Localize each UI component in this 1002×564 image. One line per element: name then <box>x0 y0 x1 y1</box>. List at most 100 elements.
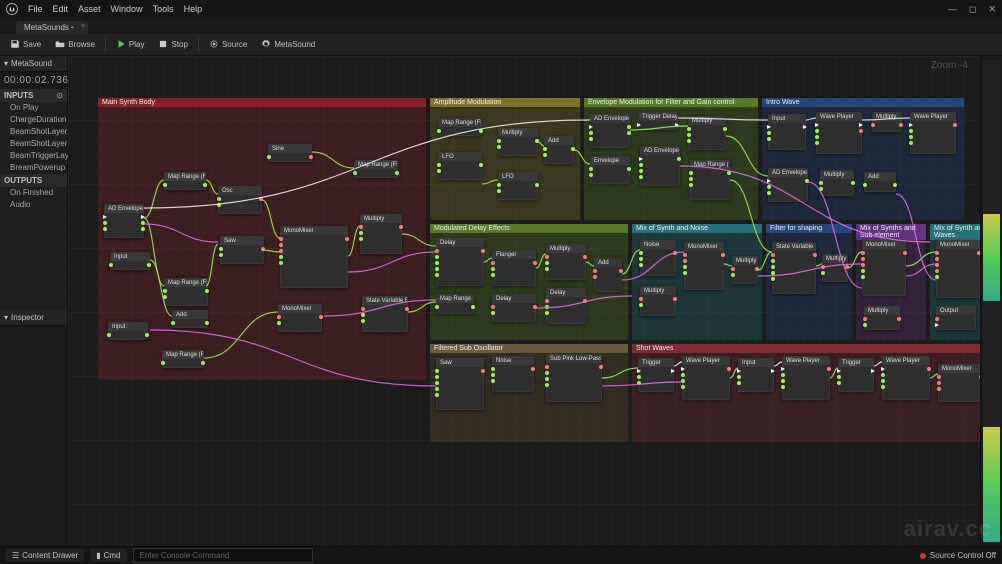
graph-node[interactable]: Delay <box>546 288 586 324</box>
graph-node[interactable]: Flanger <box>492 250 536 286</box>
graph-node[interactable]: Wave Player <box>682 356 730 400</box>
graph-node[interactable]: Map Range (Float) <box>438 118 482 136</box>
input-beam-shot-layer-a[interactable]: BeamShotLayerA <box>0 126 67 138</box>
graph-node[interactable]: Multiply <box>820 170 854 196</box>
graph-node[interactable]: Map Range (Float) <box>164 172 206 190</box>
graph-node[interactable]: Trigger <box>838 358 874 392</box>
graph-node[interactable]: Trigger <box>638 358 674 392</box>
graph-node[interactable]: Envelope <box>590 156 630 184</box>
graph-node[interactable]: Wave Player <box>910 112 956 154</box>
graph-node[interactable]: Saw <box>436 358 484 410</box>
graph-node[interactable]: State Variable Filter <box>772 242 816 294</box>
run-icon[interactable]: ⊙ <box>56 91 63 100</box>
graph-node[interactable]: Wave Player <box>816 112 862 154</box>
region-title: Shot Waves <box>632 344 980 353</box>
metasound-button[interactable]: MetaSound <box>255 37 321 53</box>
graph-node[interactable]: MonoMixer <box>938 364 980 402</box>
menu-tools[interactable]: Tools <box>153 4 174 14</box>
graph-node[interactable]: Add <box>172 310 208 328</box>
inputs-section-header[interactable]: INPUTS ⊙ <box>0 89 67 102</box>
menu-edit[interactable]: Edit <box>53 4 69 14</box>
graph-node[interactable]: Add <box>594 258 622 292</box>
save-button[interactable]: Save <box>4 37 47 53</box>
graph-node[interactable]: Multiply <box>822 254 848 282</box>
statusbar: ☰ Content Drawer ▮ Cmd Enter Console Com… <box>0 546 1002 564</box>
panel-tab-metasound[interactable]: ▾ MetaSound <box>0 56 67 72</box>
graph-node[interactable]: Wave Player <box>782 356 830 400</box>
input-bream-powerup[interactable]: BreamPowerup <box>0 162 67 174</box>
graph-node[interactable]: Delay <box>492 294 536 322</box>
input-charge-duration[interactable]: ChargeDuration <box>0 114 67 126</box>
content-drawer-button[interactable]: ☰ Content Drawer <box>6 549 84 562</box>
graph-node[interactable]: Add <box>864 172 896 192</box>
graph-node[interactable]: MonoMixer <box>684 242 724 290</box>
close-icon[interactable]: ✕ <box>988 4 996 15</box>
graph-node[interactable]: Input <box>108 322 148 340</box>
input-beam-trigger-layer-a[interactable]: BeamTriggerLayerA <box>0 150 67 162</box>
outputs-section-header[interactable]: OUTPUTS <box>0 174 67 187</box>
minimize-icon[interactable]: — <box>948 4 957 15</box>
cmd-button[interactable]: ▮ Cmd <box>90 549 126 562</box>
graph-node[interactable]: MonoMixer <box>280 226 348 288</box>
source-control-label[interactable]: Source Control Off <box>930 551 996 560</box>
panel-tab-inspector[interactable]: ▾ Inspector <box>0 310 67 326</box>
console-command-input[interactable]: Enter Console Command <box>133 548 313 563</box>
graph-node[interactable]: Multiply <box>732 256 758 284</box>
graph-node[interactable]: Map Range (Float) <box>162 350 204 368</box>
graph-node[interactable]: Noise <box>492 356 534 392</box>
graph-node[interactable]: Sine <box>268 144 312 162</box>
graph-node[interactable]: LFO <box>438 152 482 180</box>
tab-close-icon[interactable]: × <box>81 23 85 30</box>
browse-button[interactable]: Browse <box>49 37 101 53</box>
graph-node[interactable]: Multiply <box>498 128 538 156</box>
node-title: Saw <box>437 359 483 367</box>
graph-node[interactable]: MonoMixer <box>278 304 322 332</box>
graph-node[interactable]: Input <box>768 114 806 150</box>
menu-window[interactable]: Window <box>111 4 143 14</box>
node-title: Sub Pink Low-Pass Filter <box>547 355 601 363</box>
source-button[interactable]: Source <box>203 37 253 53</box>
input-beam-shot-layer-b[interactable]: BeamShotLayerB <box>0 138 67 150</box>
tab-metasounds[interactable]: MetaSounds• × <box>16 21 88 34</box>
graph-node[interactable]: Input <box>110 252 150 270</box>
graph-node[interactable]: Multiply <box>688 116 726 150</box>
region-title: Intro Wave <box>762 98 964 107</box>
graph-node[interactable]: Map Range (Float) <box>354 160 398 178</box>
graph-node[interactable]: Output <box>936 306 976 330</box>
play-button[interactable]: Play <box>110 37 151 53</box>
graph-node[interactable]: Sub Pink Low-Pass Filter <box>546 354 602 402</box>
graph-node[interactable]: AD Envelope (Float) <box>768 168 808 202</box>
graph-node[interactable]: AD Envelope (Float) <box>104 204 144 238</box>
graph-node[interactable]: Multiply <box>864 306 900 330</box>
graph-node[interactable]: MonoMixer <box>936 240 980 298</box>
graph-node[interactable]: Multiply <box>640 286 676 316</box>
graph-node[interactable]: Multiply <box>546 244 586 280</box>
graph-node[interactable]: LFO <box>498 172 538 200</box>
graph-node[interactable]: Map Range (Float) <box>436 294 474 314</box>
graph-node[interactable]: AD Envelope (Float) <box>640 146 680 186</box>
graph-node[interactable]: Map Range (Float) <box>690 160 730 200</box>
output-on-finished[interactable]: On Finished <box>0 187 67 199</box>
graph-node[interactable]: Delay <box>436 238 484 286</box>
graph-node[interactable]: Input <box>738 358 774 392</box>
input-on-play[interactable]: On Play <box>0 102 67 114</box>
stop-button[interactable]: Stop <box>152 37 193 53</box>
graph-node[interactable]: State Variable Filter <box>362 296 408 332</box>
graph-node[interactable]: MonoMixer <box>862 240 906 296</box>
menu-file[interactable]: File <box>28 4 43 14</box>
graph-node[interactable]: Multiply <box>360 214 402 254</box>
graph-node[interactable]: Trigger Delay <box>638 112 678 130</box>
graph-node[interactable]: Add <box>544 136 574 164</box>
maximize-icon[interactable]: ◻ <box>969 4 976 15</box>
graph-node[interactable]: Map Range (Float) <box>164 278 208 306</box>
graph-node[interactable]: Osc <box>218 186 262 214</box>
graph-node[interactable]: AD Envelope (Float) <box>590 114 630 148</box>
graph-node[interactable]: Saw <box>220 236 264 264</box>
graph-node[interactable]: Noise <box>640 240 676 276</box>
graph-canvas[interactable]: Zoom -4 Main Synth BodyAmplitude Modulat… <box>68 56 980 546</box>
graph-node[interactable]: Multiply <box>872 112 902 132</box>
menu-help[interactable]: Help <box>184 4 203 14</box>
output-audio[interactable]: Audio <box>0 199 67 211</box>
graph-node[interactable]: Wave Player <box>882 356 930 400</box>
menu-asset[interactable]: Asset <box>78 4 101 14</box>
